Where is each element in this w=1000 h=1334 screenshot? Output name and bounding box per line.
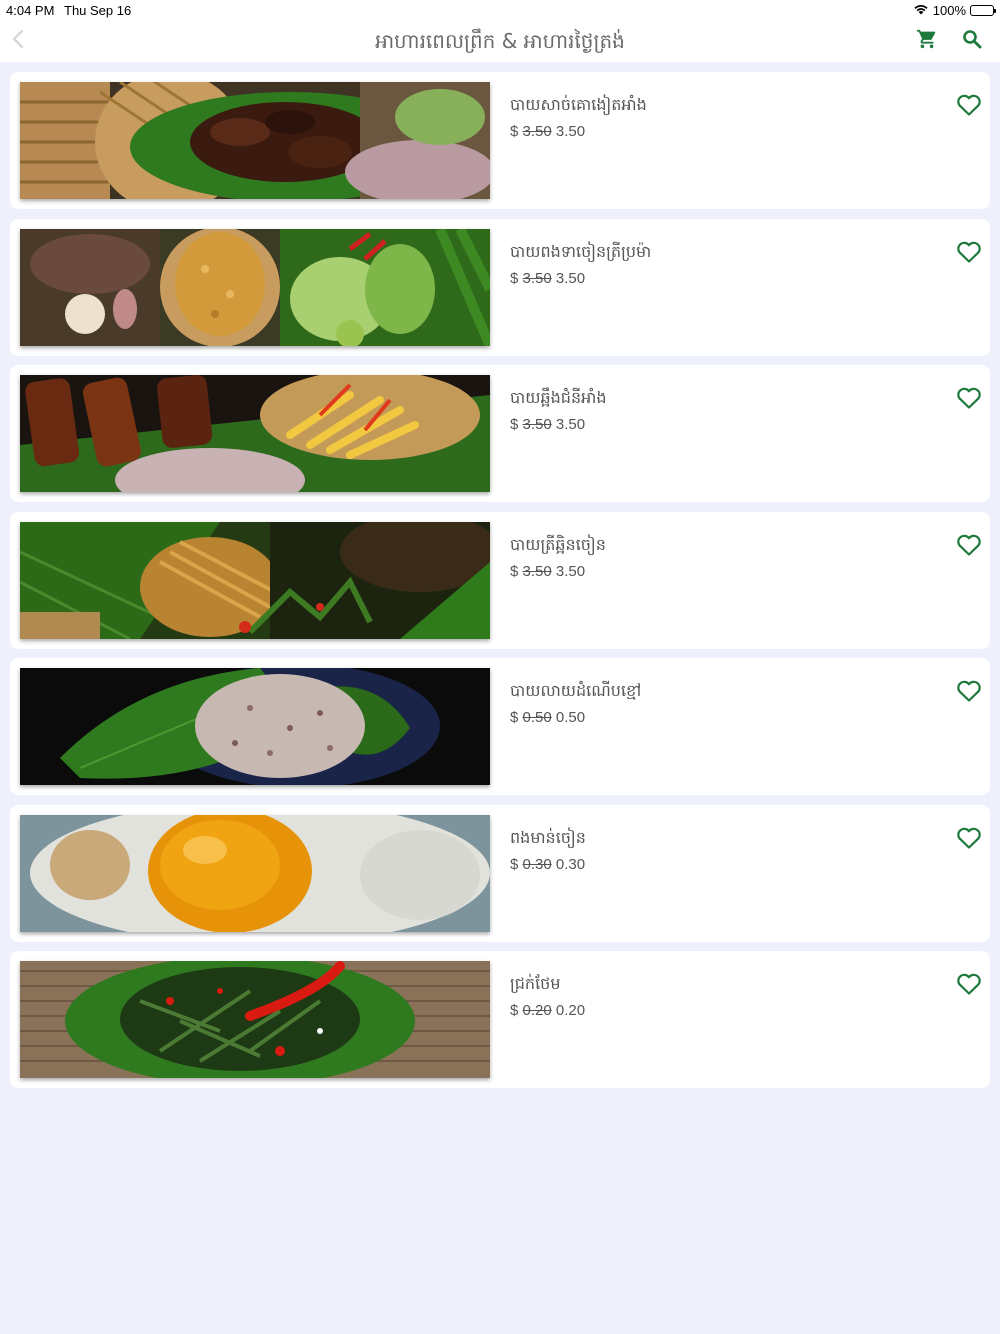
menu-item-card[interactable]: ជ្រក់ថែម $ 0.20 0.20 — [10, 951, 990, 1088]
item-name: បាយឆ្អឹងជំនីអាំង — [510, 388, 607, 407]
current-price: 3.50 — [555, 269, 586, 287]
page-title: អាហារពេលព្រឹក & អាហារថ្ងៃត្រង់ — [375, 29, 625, 53]
heart-outline-icon — [956, 386, 982, 414]
heart-outline-icon — [956, 533, 982, 561]
original-price: 3.50 — [522, 269, 552, 287]
search-icon — [962, 29, 982, 53]
original-price: 3.50 — [522, 562, 552, 580]
price-row: $ 0.50 0.50 — [510, 709, 585, 726]
original-price: 0.30 — [522, 855, 552, 873]
status-indicators: 100% — [913, 3, 996, 18]
currency-symbol: $ — [510, 416, 519, 433]
original-price: 3.50 — [522, 416, 552, 433]
current-price: 3.50 — [555, 123, 586, 140]
heart-outline-icon — [956, 240, 982, 268]
current-price: 0.30 — [555, 855, 586, 873]
original-price: 3.50 — [522, 123, 552, 140]
food-image — [20, 228, 490, 346]
heart-outline-icon — [956, 972, 982, 1000]
item-name: ពងមាន់ចៀន — [510, 827, 586, 847]
navigation-bar: អាហារពេលព្រឹក & អាហារថ្ងៃត្រង់ — [0, 20, 1000, 62]
item-name: ជ្រក់ថែម — [510, 974, 561, 993]
favorite-button[interactable] — [955, 387, 983, 413]
menu-item-card[interactable]: បាយពងទាចៀនត្រីប្រម៉ា $ 3.50 3.50 — [10, 218, 990, 356]
currency-symbol: $ — [510, 855, 519, 873]
favorite-button[interactable] — [955, 680, 983, 706]
food-image — [20, 961, 490, 1078]
cart-button[interactable] — [914, 28, 940, 54]
menu-item-card[interactable]: បាយឆ្អឹងជំនីអាំង $ 3.50 3.50 — [10, 365, 990, 502]
food-image — [20, 82, 490, 199]
item-name: បាយសាច់គោងៀតអាំង — [510, 95, 647, 114]
price-row: $ 3.50 3.50 — [510, 270, 585, 287]
currency-symbol: $ — [510, 123, 519, 140]
status-time: 4:04 PM — [6, 3, 55, 18]
menu-item-card[interactable]: បាយត្រីឆ្អិនចៀន $ 3.50 3.50 — [10, 511, 990, 649]
price-row: $ 3.50 3.50 — [510, 123, 585, 140]
food-image — [20, 521, 490, 639]
price-row: $ 3.50 3.50 — [510, 563, 585, 580]
price-row: $ 0.30 0.30 — [510, 856, 585, 873]
currency-symbol: $ — [510, 709, 519, 726]
heart-outline-icon — [956, 826, 982, 854]
cart-icon — [916, 28, 938, 54]
current-price: 0.50 — [555, 709, 586, 726]
food-image — [20, 668, 490, 785]
status-bar: 4:04 PM Thu Sep 16 100% — [0, 0, 1000, 20]
original-price: 0.50 — [522, 709, 552, 726]
battery-percent: 100% — [932, 3, 966, 18]
food-image — [20, 375, 490, 492]
favorite-button[interactable] — [955, 973, 983, 999]
current-price: 3.50 — [555, 416, 586, 433]
menu-list: បាយសាច់គោងៀតអាំង $ 3.50 3.50 បាយពងទាចៀនត… — [10, 72, 990, 1098]
favorite-button[interactable] — [955, 94, 983, 120]
price-row: $ 0.20 0.20 — [510, 1002, 585, 1019]
currency-symbol: $ — [510, 1002, 519, 1019]
price-row: $ 3.50 3.50 — [510, 416, 585, 433]
food-image — [20, 814, 490, 932]
currency-symbol: $ — [510, 269, 519, 287]
wifi-icon — [913, 3, 929, 18]
favorite-button[interactable] — [955, 534, 983, 560]
favorite-button[interactable] — [955, 241, 983, 267]
heart-outline-icon — [956, 679, 982, 707]
status-date: Thu Sep 16 — [64, 3, 132, 18]
battery-icon — [970, 5, 996, 16]
item-name: បាយលាយដំណើបខ្មៅ — [510, 681, 642, 700]
original-price: 0.20 — [522, 1002, 552, 1019]
current-price: 3.50 — [555, 562, 586, 580]
menu-item-card[interactable]: បាយសាច់គោងៀតអាំង $ 3.50 3.50 — [10, 72, 990, 209]
item-name: បាយត្រីឆ្អិនចៀន — [510, 534, 606, 554]
heart-outline-icon — [956, 93, 982, 121]
search-button[interactable] — [959, 28, 985, 54]
menu-item-card[interactable]: ពងមាន់ចៀន $ 0.30 0.30 — [10, 804, 990, 942]
currency-symbol: $ — [510, 562, 519, 580]
current-price: 0.20 — [555, 1002, 586, 1019]
favorite-button[interactable] — [955, 827, 983, 853]
item-name: បាយពងទាចៀនត្រីប្រម៉ា — [510, 241, 652, 261]
menu-item-card[interactable]: បាយលាយដំណើបខ្មៅ $ 0.50 0.50 — [10, 658, 990, 795]
